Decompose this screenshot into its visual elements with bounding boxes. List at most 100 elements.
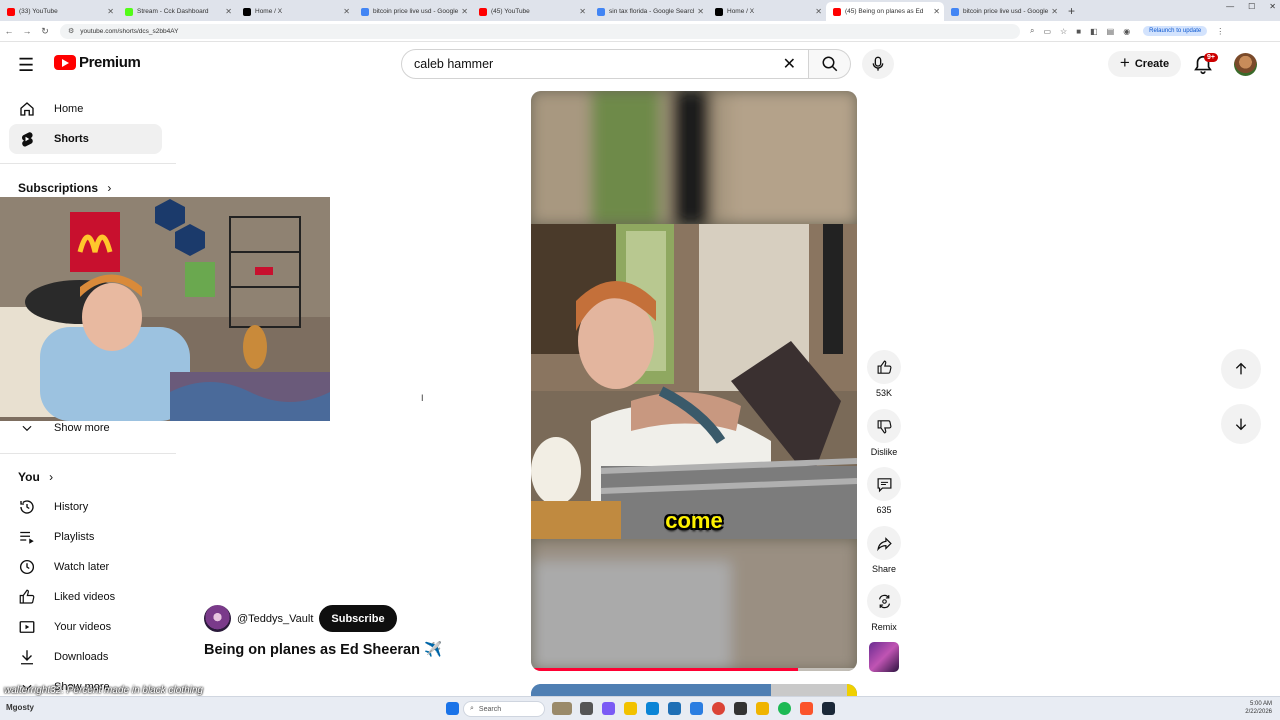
mail-icon[interactable] xyxy=(690,702,703,715)
profile-icon[interactable]: ◉ xyxy=(1123,27,1130,36)
reload-icon[interactable]: ↻ xyxy=(36,26,54,37)
widgets-icon[interactable] xyxy=(552,702,572,715)
channel-avatar[interactable] xyxy=(204,605,231,632)
tab-close-icon[interactable]: ✕ xyxy=(815,7,822,16)
previous-short-button[interactable] xyxy=(1221,349,1261,389)
store-icon[interactable] xyxy=(668,702,681,715)
account-avatar[interactable] xyxy=(1234,53,1257,76)
maximize-icon[interactable]: ☐ xyxy=(1248,2,1255,11)
chrome-icon[interactable] xyxy=(712,702,725,715)
taskbar-search[interactable]: ⌕ Search xyxy=(463,701,545,717)
sidebar-item-shorts[interactable]: Shorts xyxy=(9,124,162,154)
comments-button[interactable] xyxy=(867,467,901,501)
tab-close-icon[interactable]: ✕ xyxy=(933,7,940,16)
share-button[interactable] xyxy=(867,526,901,560)
search-input[interactable]: caleb hammer ✕ xyxy=(401,49,809,79)
forward-icon[interactable]: → xyxy=(18,26,36,36)
task-view-icon[interactable] xyxy=(580,702,593,715)
browser-tab[interactable]: Home / X ✕ xyxy=(708,2,826,21)
tab-close-icon[interactable]: ✕ xyxy=(697,7,704,16)
sidebar-item-home[interactable]: Home xyxy=(9,94,162,124)
sidepanel-icon[interactable]: ▤ xyxy=(1107,27,1115,36)
brave-icon[interactable] xyxy=(800,702,813,715)
tab-close-icon[interactable]: ✕ xyxy=(225,7,232,16)
tab-close-icon[interactable]: ✕ xyxy=(579,7,586,16)
tab-close-icon[interactable]: ✕ xyxy=(343,7,350,16)
dislike-button[interactable] xyxy=(867,409,901,443)
shorts-video-player[interactable]: come xyxy=(531,91,857,671)
tab-close-icon[interactable]: ✕ xyxy=(461,7,468,16)
tab-close-icon[interactable]: ✕ xyxy=(107,7,114,16)
sound-thumbnail[interactable] xyxy=(869,642,899,672)
arrow-up-icon xyxy=(1235,362,1247,375)
system-tray-clock[interactable]: 5:00 AM 2/22/2026 xyxy=(1245,700,1272,716)
obs-icon[interactable] xyxy=(734,702,747,715)
channel-info: @Teddys_Vault Subscribe xyxy=(204,605,397,632)
stream-chat-overlay-text: walterright32: Percent made in black clo… xyxy=(4,685,203,696)
browser-tab[interactable]: (33) YouTube ✕ xyxy=(0,2,118,21)
spotify-icon[interactable] xyxy=(778,702,791,715)
browser-tab[interactable]: bitcoin price live usd - Google ✕ xyxy=(944,2,1062,21)
tab-close-icon[interactable]: ✕ xyxy=(1051,7,1058,16)
sidebar-item-label: Your videos xyxy=(54,621,112,633)
clear-search-icon[interactable]: ✕ xyxy=(783,54,796,74)
sidebar-item-watch-later[interactable]: Watch later xyxy=(9,552,162,582)
browser-tab[interactable]: bitcoin price live usd - Google ✕ xyxy=(354,2,472,21)
remix-button[interactable] xyxy=(867,584,901,618)
remix-action: Remix xyxy=(866,584,902,632)
create-button[interactable]: + Create xyxy=(1108,51,1181,77)
puzzle-icon[interactable]: ◧ xyxy=(1090,27,1098,36)
new-tab-button[interactable]: + xyxy=(1062,2,1081,21)
browser-tab[interactable]: (45) YouTube ✕ xyxy=(472,2,590,21)
youtube-premium-logo[interactable]: Premium xyxy=(54,54,141,71)
next-short-button[interactable] xyxy=(1221,404,1261,444)
browser-tab[interactable]: Stream - Cck Dashboard ✕ xyxy=(118,2,236,21)
zoom-icon[interactable]: ⌕ xyxy=(1030,26,1034,36)
steam-icon[interactable] xyxy=(822,702,835,715)
back-icon[interactable]: ← xyxy=(0,26,18,36)
hamburger-menu-icon[interactable]: ☰ xyxy=(18,55,34,76)
bookmark-star-icon[interactable]: ☆ xyxy=(1060,27,1067,36)
video-title[interactable]: Being on planes as Ed Sheeran ✈️ xyxy=(204,641,442,658)
subscribe-button[interactable]: Subscribe xyxy=(319,605,397,632)
video-progress-fill xyxy=(531,668,799,671)
sidebar-item-label: History xyxy=(54,501,89,513)
browser-tab[interactable]: (45) Being on planes as Ed ✕ xyxy=(826,2,944,21)
sidebar-item-history[interactable]: History xyxy=(9,492,162,522)
sidebar-item-liked-videos[interactable]: Liked videos xyxy=(9,582,162,612)
site-info-icon[interactable]: ⚙ xyxy=(68,27,74,35)
relaunch-button[interactable]: Relaunch to update xyxy=(1143,26,1208,36)
browser-tab[interactable]: sin tax florida - Google Search ✕ xyxy=(590,2,708,21)
file-explorer-icon[interactable] xyxy=(624,702,637,715)
app-icon[interactable] xyxy=(756,702,769,715)
like-action: 53K xyxy=(866,350,902,398)
sidebar-section-you[interactable]: You › xyxy=(18,470,53,484)
tab-favicon-icon xyxy=(125,7,133,16)
copilot-icon[interactable] xyxy=(602,702,615,715)
sidebar-item-downloads[interactable]: Downloads xyxy=(9,642,162,672)
voice-search-button[interactable] xyxy=(862,49,894,79)
video-progress-bar[interactable] xyxy=(531,668,857,671)
channel-name[interactable]: @Teddys_Vault xyxy=(237,613,313,625)
browser-tab[interactable]: Home / X ✕ xyxy=(236,2,354,21)
cast-icon[interactable]: ▭ xyxy=(1043,27,1051,36)
url-field[interactable]: ⚙ youtube.com/shorts/dcs_s2bb4AY xyxy=(60,23,1020,39)
download-icon xyxy=(18,648,36,666)
address-bar: ← → ↻ ⚙ youtube.com/shorts/dcs_s2bb4AY ⌕… xyxy=(0,21,1280,42)
edge-icon[interactable] xyxy=(646,702,659,715)
tab-title: Stream - Cck Dashboard xyxy=(137,8,209,15)
extension-icon[interactable]: ■ xyxy=(1076,27,1081,36)
webcam-scene-image xyxy=(0,197,330,421)
sidebar-section-subscriptions[interactable]: Subscriptions › xyxy=(18,181,111,195)
menu-dots-icon[interactable]: ⋮ xyxy=(1216,27,1224,36)
sidebar-item-playlists[interactable]: Playlists xyxy=(9,522,162,552)
close-window-icon[interactable]: ✕ xyxy=(1269,2,1276,11)
windows-start-icon[interactable] xyxy=(446,702,459,715)
share-action: Share xyxy=(866,526,902,574)
like-button[interactable] xyxy=(867,350,901,384)
sidebar-item-your-videos[interactable]: Your videos xyxy=(9,612,162,642)
remix-icon xyxy=(878,594,890,608)
minimize-icon[interactable]: — xyxy=(1226,2,1234,11)
search-button[interactable] xyxy=(809,49,851,79)
taskbar-search-label: Search xyxy=(478,705,502,713)
